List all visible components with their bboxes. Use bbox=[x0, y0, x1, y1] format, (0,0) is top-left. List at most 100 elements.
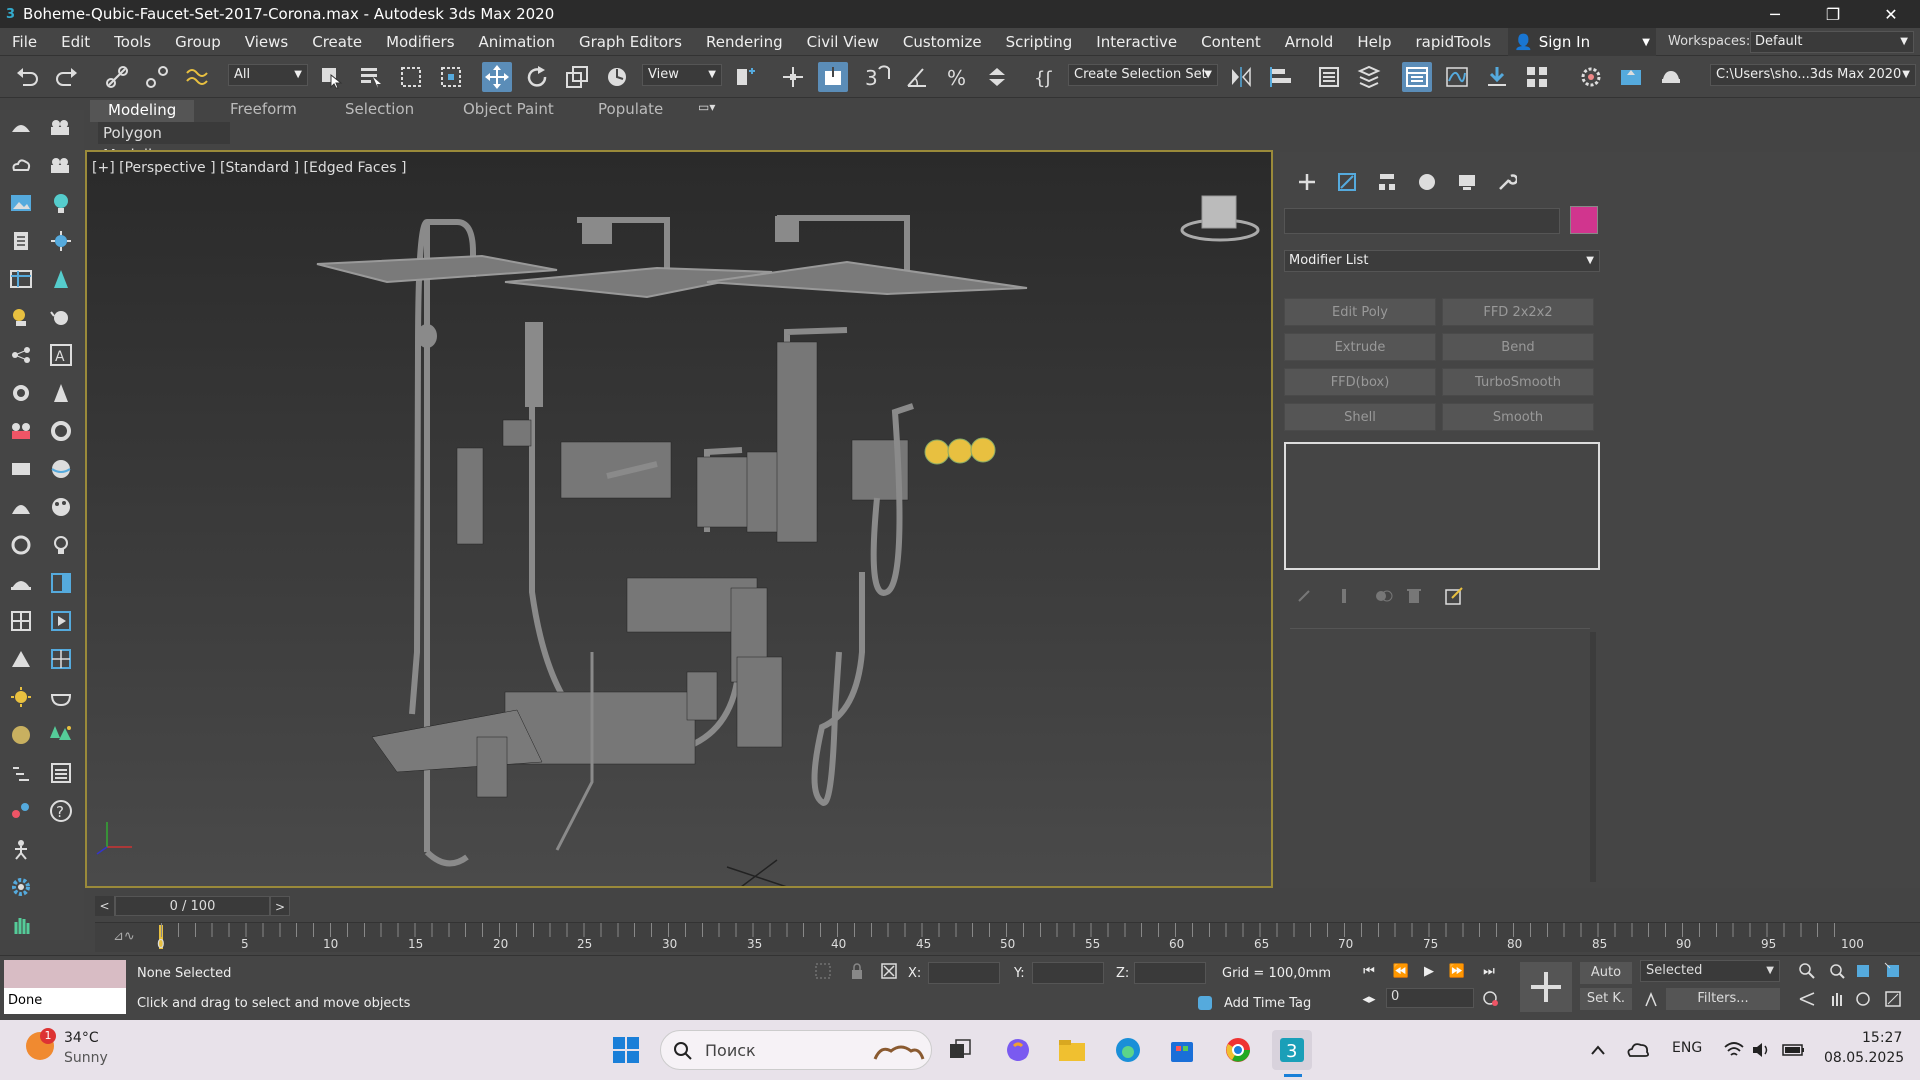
menu-rapidtools[interactable]: rapidTools bbox=[1404, 33, 1504, 51]
show-end-result-icon[interactable] bbox=[1330, 582, 1358, 610]
film-icon[interactable] bbox=[8, 418, 34, 444]
light-bulb-outline-icon[interactable] bbox=[48, 532, 74, 558]
chrome-browser-icon[interactable] bbox=[1218, 1030, 1258, 1070]
list-panel-icon[interactable] bbox=[48, 760, 74, 786]
modifier-smooth-button[interactable]: Smooth bbox=[1442, 403, 1594, 431]
spotlight-icon[interactable] bbox=[48, 266, 74, 292]
minimize-button[interactable]: ─ bbox=[1746, 0, 1804, 28]
modifier-ffd-2x2x2-button[interactable]: FFD 2x2x2 bbox=[1442, 298, 1594, 326]
teapot-icon[interactable] bbox=[48, 304, 74, 330]
time-slider[interactable]: 0 / 100 bbox=[115, 896, 270, 916]
select-by-name-icon[interactable] bbox=[356, 62, 386, 92]
pin-stack-icon[interactable] bbox=[1290, 582, 1318, 610]
motion-tab-icon[interactable] bbox=[1412, 168, 1442, 196]
rectangular-selection-icon[interactable] bbox=[396, 62, 426, 92]
isolate-selection-icon[interactable] bbox=[812, 960, 834, 982]
modifier-extrude-button[interactable]: Extrude bbox=[1284, 333, 1436, 361]
menu-scripting[interactable]: Scripting bbox=[994, 33, 1085, 51]
utilities-tab-wrench-icon[interactable] bbox=[1492, 168, 1522, 196]
configure-modifier-sets-icon[interactable] bbox=[1440, 582, 1468, 610]
molecule-icon[interactable] bbox=[8, 798, 34, 824]
toggle-ribbon-icon[interactable] bbox=[1402, 62, 1432, 92]
current-frame-field[interactable]: 0 bbox=[1386, 988, 1474, 1008]
material-sphere-icon[interactable] bbox=[8, 722, 34, 748]
next-frame-icon[interactable]: ⏩ bbox=[1446, 960, 1468, 982]
select-object-icon[interactable] bbox=[316, 62, 346, 92]
modifier-shell-button[interactable]: Shell bbox=[1284, 403, 1436, 431]
zoom-all-icon[interactable] bbox=[1826, 960, 1848, 982]
light-bulb-icon[interactable] bbox=[48, 190, 74, 216]
3ds-max-taskbar-icon[interactable]: 3 bbox=[1272, 1030, 1312, 1070]
clock-time[interactable]: 15:27 bbox=[1862, 1030, 1902, 1046]
play-panel-icon[interactable] bbox=[48, 608, 74, 634]
go-to-start-icon[interactable]: ⏮ bbox=[1358, 960, 1380, 982]
modifier-bend-button[interactable]: Bend bbox=[1442, 333, 1594, 361]
menu-tools[interactable]: Tools bbox=[102, 33, 163, 51]
maximize-viewport-icon[interactable] bbox=[1882, 988, 1904, 1010]
key-mode-icon[interactable] bbox=[1640, 988, 1662, 1010]
trees-icon[interactable] bbox=[48, 722, 74, 748]
go-to-end-icon[interactable]: ⏭ bbox=[1478, 960, 1500, 982]
link-icon[interactable] bbox=[102, 62, 132, 92]
unlink-icon[interactable] bbox=[142, 62, 172, 92]
zoom-icon[interactable] bbox=[1796, 960, 1818, 982]
x-coord-field[interactable] bbox=[928, 962, 1000, 984]
hat-icon[interactable] bbox=[8, 570, 34, 596]
layer-explorer-icon[interactable] bbox=[1354, 62, 1384, 92]
input-language-indicator[interactable]: ENG bbox=[1672, 1040, 1702, 1056]
menu-graph-editors[interactable]: Graph Editors bbox=[567, 33, 694, 51]
menu-civil-view[interactable]: Civil View bbox=[795, 33, 891, 51]
microsoft-store-icon[interactable] bbox=[1162, 1030, 1202, 1070]
tab-selection[interactable]: Selection bbox=[345, 100, 414, 118]
select-manipulate-icon[interactable] bbox=[778, 62, 808, 92]
render-setup-icon[interactable] bbox=[1576, 62, 1606, 92]
set-key-big-button[interactable] bbox=[1520, 962, 1572, 1012]
snaps-toggle-icon[interactable]: 3 bbox=[862, 62, 892, 92]
track-bar[interactable]: ⊿∿ 0 5 10 15 20 25 30 35 40 45 50 55 60 … bbox=[95, 922, 1920, 952]
menu-edit[interactable]: Edit bbox=[49, 33, 102, 51]
text-icon[interactable]: A bbox=[48, 342, 74, 368]
taskbar-search-box[interactable]: Поиск bbox=[660, 1030, 932, 1070]
sunlight-icon[interactable] bbox=[8, 684, 34, 710]
menu-customize[interactable]: Customize bbox=[891, 33, 994, 51]
menu-animation[interactable]: Animation bbox=[467, 33, 567, 51]
menu-arnold[interactable]: Arnold bbox=[1273, 33, 1346, 51]
bathtub-icon[interactable] bbox=[48, 684, 74, 710]
camera-icon[interactable] bbox=[48, 114, 74, 140]
scene-explorer-icon[interactable] bbox=[1314, 62, 1344, 92]
palette-icon[interactable] bbox=[48, 494, 74, 520]
cone-icon[interactable] bbox=[48, 380, 74, 406]
tab-object-paint[interactable]: Object Paint bbox=[463, 100, 554, 118]
project-folder-dropdown[interactable]: C:\Users\sho...3ds Max 2020 ▼ bbox=[1710, 64, 1916, 86]
selection-filter-dropdown[interactable]: All ▼ bbox=[228, 64, 308, 86]
maximize-button[interactable]: ❐ bbox=[1804, 0, 1862, 28]
time-slider-prev-button[interactable]: < bbox=[95, 896, 115, 916]
tab-modeling[interactable]: Modeling bbox=[90, 100, 195, 122]
display-tab-icon[interactable] bbox=[1452, 168, 1482, 196]
time-slider-next-button[interactable]: > bbox=[270, 896, 290, 916]
create-panel-icon[interactable] bbox=[8, 114, 34, 140]
menu-rendering[interactable]: Rendering bbox=[694, 33, 795, 51]
maxscript-listener-input[interactable] bbox=[4, 960, 126, 988]
modifier-edit-poly-button[interactable]: Edit Poly bbox=[1284, 298, 1436, 326]
remove-modifier-trash-icon[interactable] bbox=[1400, 582, 1428, 610]
panel-icon[interactable] bbox=[48, 570, 74, 596]
select-and-rotate-icon[interactable] bbox=[522, 62, 552, 92]
z-coord-field[interactable] bbox=[1134, 962, 1206, 984]
curve-editor-icon[interactable] bbox=[1442, 62, 1472, 92]
particles-icon[interactable] bbox=[8, 760, 34, 786]
key-filters-button[interactable]: Filters... bbox=[1666, 988, 1780, 1010]
reference-coordinate-dropdown[interactable]: View ▼ bbox=[642, 64, 722, 86]
dome-icon[interactable] bbox=[8, 494, 34, 520]
time-configuration-icon[interactable] bbox=[1480, 988, 1502, 1010]
zoom-extents-all-icon[interactable] bbox=[1882, 960, 1904, 982]
cloud-icon[interactable] bbox=[8, 152, 34, 178]
polygon-modeling-panel[interactable]: Polygon Modeling bbox=[98, 122, 230, 164]
maxscript-output[interactable]: Done bbox=[4, 988, 126, 1014]
network-icon[interactable] bbox=[8, 342, 34, 368]
menu-views[interactable]: Views bbox=[233, 33, 300, 51]
redo-icon[interactable] bbox=[52, 62, 82, 92]
object-color-swatch[interactable] bbox=[1570, 206, 1598, 234]
table-icon[interactable] bbox=[8, 266, 34, 292]
zoom-extents-icon[interactable] bbox=[1852, 960, 1874, 982]
